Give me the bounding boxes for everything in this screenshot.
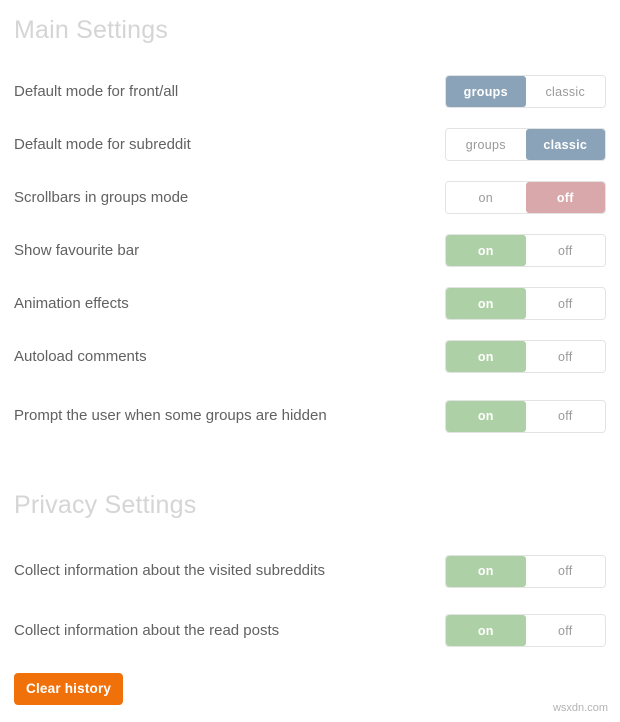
- segment-option[interactable]: off: [525, 235, 605, 266]
- segment-option[interactable]: on: [446, 555, 526, 587]
- segment-option[interactable]: classic: [525, 76, 605, 107]
- segment-option[interactable]: classic: [525, 129, 605, 160]
- setting-row: Autoload comments on off: [14, 330, 606, 383]
- segment-option[interactable]: groups: [446, 76, 526, 107]
- settings-page: Main Settings Default mode for front/all…: [0, 0, 620, 722]
- setting-row: Default mode for subreddit groups classi…: [14, 118, 606, 171]
- setting-label: Scrollbars in groups mode: [14, 188, 189, 206]
- setting-row: Collect information about the visited su…: [14, 538, 606, 604]
- segment-option[interactable]: off: [525, 288, 605, 319]
- setting-label: Prompt the user when some groups are hid…: [14, 407, 327, 425]
- setting-label: Collect information about the read posts: [14, 621, 280, 639]
- segment-option[interactable]: off: [525, 341, 605, 372]
- settings-list-privacy: Collect information about the visited su…: [14, 538, 606, 657]
- segmented-toggle-default-mode-subreddit[interactable]: groups classic: [445, 128, 606, 161]
- segment-option[interactable]: on: [446, 400, 526, 432]
- segment-option[interactable]: on: [446, 341, 526, 372]
- segmented-toggle-prompt-hidden-groups[interactable]: on off: [445, 399, 606, 433]
- segment-option[interactable]: on: [446, 615, 526, 646]
- segmented-toggle-collect-read-posts[interactable]: on off: [445, 614, 606, 647]
- segment-option[interactable]: on: [446, 182, 526, 213]
- segment-option[interactable]: off: [525, 182, 605, 213]
- segment-option[interactable]: off: [525, 615, 605, 646]
- segmented-toggle-collect-visited-subreddits[interactable]: on off: [445, 554, 606, 588]
- segmented-toggle-favourite-bar[interactable]: on off: [445, 234, 606, 267]
- section-heading-privacy: Privacy Settings: [14, 491, 197, 519]
- segment-option[interactable]: on: [446, 288, 526, 319]
- setting-label: Collect information about the visited su…: [14, 562, 326, 580]
- segmented-toggle-autoload-comments[interactable]: on off: [445, 340, 606, 373]
- spacer-privacy: [14, 518, 606, 538]
- setting-label: Animation effects: [14, 294, 129, 312]
- setting-row: Animation effects on off: [14, 277, 606, 330]
- spacer-main: [14, 43, 606, 65]
- setting-row: Show favourite bar on off: [14, 224, 606, 277]
- setting-label: Show favourite bar: [14, 241, 140, 259]
- setting-row: Collect information about the read posts…: [14, 604, 606, 657]
- setting-row: Prompt the user when some groups are hid…: [14, 383, 606, 449]
- setting-row: Default mode for front/all groups classi…: [14, 65, 606, 118]
- section-heading-main: Main Settings: [14, 16, 169, 44]
- watermark: wsxdn.com: [552, 702, 608, 714]
- segmented-toggle-animation-effects[interactable]: on off: [445, 287, 606, 320]
- spacer-sections: [14, 449, 606, 483]
- segment-option[interactable]: on: [446, 235, 526, 266]
- segment-option[interactable]: off: [525, 400, 605, 432]
- setting-label: Autoload comments: [14, 347, 147, 365]
- settings-list-main: Default mode for front/all groups classi…: [14, 65, 606, 449]
- clear-history-button[interactable]: Clear history: [14, 673, 124, 705]
- segment-option[interactable]: groups: [446, 129, 526, 160]
- setting-label: Default mode for subreddit: [14, 135, 191, 153]
- segment-option[interactable]: off: [525, 555, 605, 587]
- setting-row: Scrollbars in groups mode on off: [14, 171, 606, 224]
- clear-history-wrap: Clear history: [14, 657, 606, 705]
- setting-label: Default mode for front/all: [14, 82, 179, 100]
- segmented-toggle-scrollbars[interactable]: on off: [445, 181, 606, 214]
- segmented-toggle-default-mode-front[interactable]: groups classic: [445, 75, 606, 108]
